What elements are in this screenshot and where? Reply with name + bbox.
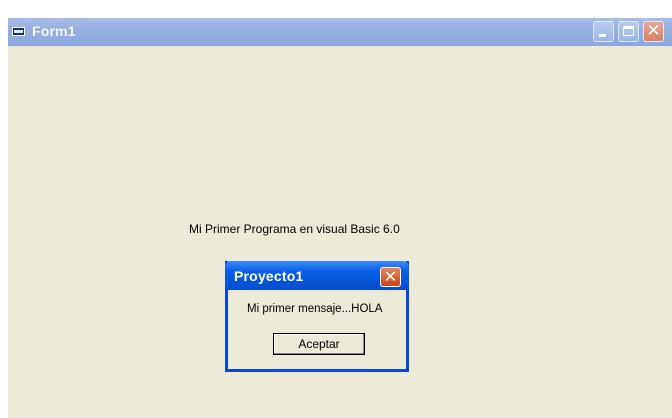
form-title: Form1 xyxy=(32,23,76,39)
form-window-icon[interactable] xyxy=(12,27,25,36)
close-icon: ✕ xyxy=(646,21,661,41)
close-icon: ✕ xyxy=(383,267,398,286)
minimize-icon xyxy=(599,34,606,37)
minimize-button[interactable] xyxy=(593,21,614,42)
message-box: Proyecto1 ✕ Mi primer mensaje...HOLA Ace… xyxy=(225,261,409,372)
maximize-button[interactable] xyxy=(618,21,639,42)
form-titlebar[interactable]: Form1 ✕ xyxy=(8,18,672,46)
message-box-titlebar[interactable]: Proyecto1 ✕ xyxy=(225,261,409,290)
close-button[interactable]: ✕ xyxy=(643,21,664,42)
aceptar-button[interactable]: Aceptar xyxy=(273,333,365,355)
message-box-close-button[interactable]: ✕ xyxy=(380,267,401,287)
program-label: Mi Primer Programa en visual Basic 6.0 xyxy=(189,222,400,236)
message-box-title: Proyecto1 xyxy=(234,268,304,284)
message-text: Mi primer mensaje...HOLA xyxy=(247,303,383,315)
maximize-icon xyxy=(623,26,634,36)
